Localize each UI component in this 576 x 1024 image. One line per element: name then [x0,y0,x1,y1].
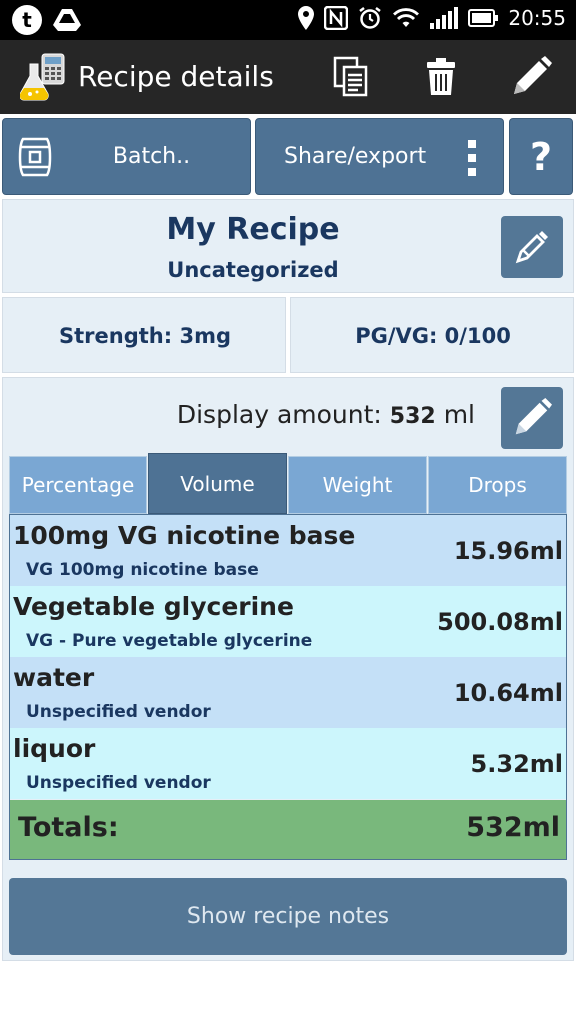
ingredient-volume: 5.32ml [470,750,563,778]
tumblr-notification-icon: t [12,5,42,35]
pgvg-value: PG/VG: 0/100 [355,324,511,348]
totals-row: Totals: 532ml [10,800,566,859]
tab-volume[interactable]: Volume [148,453,287,514]
display-amount-value: 532 [389,404,436,429]
drive-icon [52,5,82,35]
app-flask-icon[interactable] [19,52,68,102]
ingredient-vendor: VG 100mg nicotine base [26,560,259,580]
tab-volume-label: Volume [180,471,255,496]
location-icon [298,6,315,30]
edit-pencil-icon [515,398,552,435]
ingredient-name: water [13,663,95,692]
display-amount-label: Display amount: [176,400,382,429]
edit-recipe-button[interactable] [501,216,563,278]
signal-icon [430,7,459,29]
action-bar: Recipe details [0,40,576,114]
totals-label: Totals: [18,812,119,843]
ingredient-name: Vegetable glycerine [13,592,294,621]
ingredient-name: 100mg VG nicotine base [13,521,356,550]
edit-pencil-icon [515,231,548,264]
help-label: ? [529,134,553,179]
ingredient-vendor: VG - Pure vegetable glycerine [26,631,313,651]
tab-weight[interactable]: Weight [288,456,427,514]
share-export-button[interactable]: Share/export [255,118,504,195]
ingredient-volume: 15.96ml [453,537,563,565]
trash-icon[interactable] [418,54,464,100]
table-row[interactable]: 100mg VG nicotine base VG 100mg nicotine… [10,515,566,586]
screen-title: Recipe details [78,60,274,93]
ingredient-volume: 500.08ml [437,608,563,636]
batch-button[interactable]: Batch.. [2,118,251,195]
strength-value: Strength: 3mg [59,324,231,348]
recipe-name: My Recipe [166,212,340,247]
tab-drops-label: Drops [468,473,527,497]
show-recipe-notes-label: Show recipe notes [186,904,390,929]
tab-percentage[interactable]: Percentage [9,456,147,514]
edit-pencil-icon[interactable] [508,54,554,100]
recipe-header-panel: My Recipe Uncategorized [2,199,574,293]
show-recipe-notes-button[interactable]: Show recipe notes [9,878,567,955]
tab-percentage-label: Percentage [21,473,135,497]
alarm-icon [359,7,382,29]
table-row[interactable]: water Unspecified vendor 10.64ml [10,657,566,728]
barrel-icon [17,137,53,183]
nfc-icon [324,6,349,30]
strength-panel: Strength: 3mg [2,297,286,373]
ingredient-vendor: Unspecified vendor [26,773,211,793]
share-export-label: Share/export [284,144,427,169]
table-row[interactable]: liquor Unspecified vendor 5.32ml [10,728,566,799]
wifi-icon [393,8,420,27]
display-amount-unit: ml [443,400,475,429]
tab-weight-label: Weight [322,473,393,497]
display-amount-row: Display amount: 532 ml [177,400,475,429]
status-bar: t 20:55 [0,0,576,40]
tab-drops[interactable]: Drops [428,456,567,514]
ingredient-vendor: Unspecified vendor [26,702,211,722]
totals-value: 532ml [466,812,560,843]
overflow-menu-icon [467,139,477,183]
battery-icon [468,9,499,27]
clock-time: 20:55 [508,6,566,30]
ingredient-table: 100mg VG nicotine base VG 100mg nicotine… [9,514,567,860]
help-button[interactable]: ? [509,118,573,195]
ingredient-volume: 10.64ml [453,679,563,707]
recipe-category: Uncategorized [167,258,339,282]
edit-amount-button[interactable] [501,387,563,449]
pgvg-panel: PG/VG: 0/100 [290,297,574,373]
batch-label: Batch.. [112,144,191,169]
copy-icon[interactable] [328,54,374,100]
ingredient-name: liquor [13,734,96,763]
table-row[interactable]: Vegetable glycerine VG - Pure vegetable … [10,586,566,657]
